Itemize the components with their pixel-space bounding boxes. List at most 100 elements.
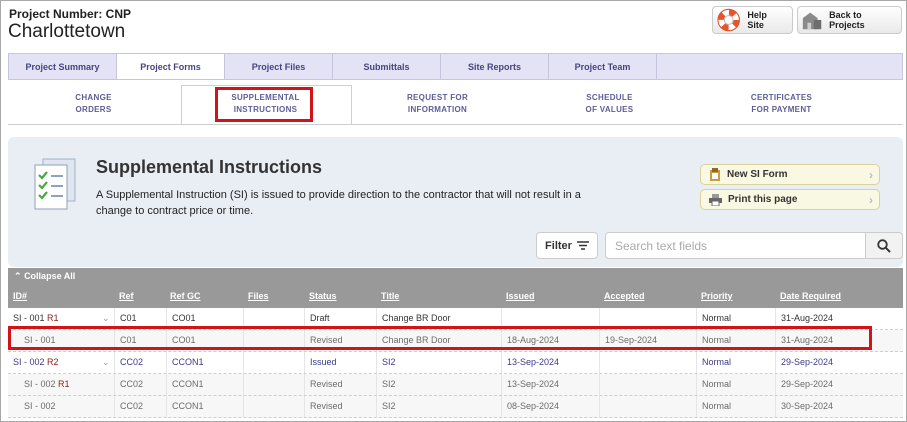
cell-id: SI - 002 R2 ⌄ <box>8 352 114 373</box>
revision-badge: R1 <box>58 379 70 389</box>
subtab-line1: REQUEST FOR <box>406 93 469 102</box>
column-header-priority[interactable]: Priority <box>701 291 733 301</box>
table-row[interactable]: SI - 002 R2 ⌄ CC02 CCON1 Issued SI2 13-Se… <box>8 352 903 374</box>
tab-project-files[interactable]: Project Files <box>225 54 333 79</box>
filter-button[interactable]: Filter <box>536 232 598 259</box>
print-page-label: Print this page <box>728 194 798 205</box>
cell-date-required: 30-Sep-2024 <box>775 396 903 417</box>
main-tabs: Project Summary Project Forms Project Fi… <box>8 53 903 80</box>
help-site-label: Help Site <box>747 10 767 30</box>
cell-ref-gc: CCON1 <box>166 396 243 417</box>
cell-status: Revised <box>304 374 376 395</box>
id-text: SI - 001 <box>13 313 45 323</box>
cell-date-required: 29-Sep-2024 <box>775 352 903 373</box>
cell-ref: CC02 <box>114 374 166 395</box>
cell-files <box>243 374 304 395</box>
print-page-button[interactable]: Print this page › <box>700 189 880 210</box>
cell-accepted <box>599 396 696 417</box>
column-header-ref[interactable]: Ref <box>119 291 134 301</box>
column-header-files[interactable]: Files <box>248 291 269 301</box>
subtab-line2: OF VALUES <box>585 105 634 114</box>
cell-title: SI2 <box>376 374 501 395</box>
cell-issued: 13-Sep-2024 <box>501 352 599 373</box>
subtab-change-orders[interactable]: CHANGE ORDERS <box>41 92 146 116</box>
project-number: Project Number: CNP <box>9 7 132 21</box>
highlight-box-row <box>8 326 872 350</box>
cell-ref-gc: CCON1 <box>166 352 243 373</box>
id-text: SI - 002 <box>24 401 56 411</box>
tab-site-reports[interactable]: Site Reports <box>441 54 549 79</box>
subtab-line1: CERTIFICATES <box>750 93 813 102</box>
tab-project-team[interactable]: Project Team <box>549 54 657 79</box>
column-headers: ID# Ref Ref GC Files Status Title Issued… <box>8 291 903 305</box>
table-row[interactable]: SI - 002 R1 CC02 CCON1 Revised SI2 13-Se… <box>8 374 903 396</box>
subtab-certificates-for-payment[interactable]: CERTIFICATES FOR PAYMENT <box>729 92 834 116</box>
collapse-all-label: Collapse All <box>24 271 76 281</box>
cell-priority: Normal <box>696 352 775 373</box>
new-si-form-button[interactable]: New SI Form › <box>700 164 880 185</box>
column-header-ref-gc[interactable]: Ref GC <box>170 291 201 301</box>
highlight-box-subtab <box>215 87 313 122</box>
tab-submittals[interactable]: Submittals <box>333 54 441 79</box>
double-chevron-up-icon: ⌃ <box>14 271 22 281</box>
subtab-line1: SCHEDULE <box>586 93 633 102</box>
cell-issued: 13-Sep-2024 <box>501 374 599 395</box>
back-to-projects-label: Back to Projects <box>829 10 865 30</box>
column-header-accepted[interactable]: Accepted <box>604 291 645 301</box>
building-icon <box>802 12 822 30</box>
subtab-schedule-of-values[interactable]: SCHEDULE OF VALUES <box>557 92 662 116</box>
cell-ref: CC02 <box>114 396 166 417</box>
cell-status: Issued <box>304 352 376 373</box>
cell-status: Revised <box>304 396 376 417</box>
subtab-divider <box>8 124 903 125</box>
search-icon <box>877 238 891 253</box>
collapse-all-button[interactable]: ⌃ Collapse All <box>14 271 75 282</box>
column-header-title[interactable]: Title <box>381 291 399 301</box>
new-si-form-label: New SI Form <box>727 169 788 180</box>
column-header-status[interactable]: Status <box>309 291 337 301</box>
cell-id: SI - 002 <box>8 396 114 417</box>
subtab-line2: ORDERS <box>75 105 112 114</box>
cell-id: SI - 002 R1 <box>8 374 114 395</box>
filter-lines-icon <box>576 241 589 250</box>
back-to-projects-button[interactable]: Back to Projects <box>797 6 902 34</box>
chevron-down-icon[interactable]: ⌄ <box>102 352 110 373</box>
revision-badge: R1 <box>47 313 59 323</box>
column-header-date-required[interactable]: Date Required <box>780 291 841 301</box>
id-text: SI - 002 <box>13 357 45 367</box>
column-header-issued[interactable]: Issued <box>506 291 535 301</box>
chevron-right-icon: › <box>869 193 873 207</box>
cell-accepted <box>599 374 696 395</box>
cell-priority: Normal <box>696 396 775 417</box>
subtab-line2: INFORMATION <box>407 105 468 114</box>
checklist-icon <box>34 158 76 210</box>
page-title: Supplemental Instructions <box>96 157 323 177</box>
cell-ref-gc: CCON1 <box>166 374 243 395</box>
column-header-id[interactable]: ID# <box>13 291 27 301</box>
revision-badge: R2 <box>47 357 59 367</box>
page-description: A Supplemental Instruction (SI) is issue… <box>96 189 581 217</box>
tab-project-forms[interactable]: Project Forms <box>117 54 225 79</box>
table-header: ⌃ Collapse All ID# Ref Ref GC Files Stat… <box>8 268 903 308</box>
cell-date-required: 29-Sep-2024 <box>775 374 903 395</box>
cell-files <box>243 396 304 417</box>
search-input[interactable] <box>605 232 866 259</box>
cell-files <box>243 352 304 373</box>
cell-priority: Normal <box>696 374 775 395</box>
cell-issued: 08-Sep-2024 <box>501 396 599 417</box>
cell-title: SI2 <box>376 396 501 417</box>
table-row[interactable]: SI - 002 CC02 CCON1 Revised SI2 08-Sep-2… <box>8 396 903 418</box>
subtab-request-for-information[interactable]: REQUEST FOR INFORMATION <box>385 92 490 116</box>
search-button[interactable] <box>865 232 903 259</box>
tab-project-summary[interactable]: Project Summary <box>9 54 117 79</box>
clipboard-icon <box>710 168 720 181</box>
cell-title: SI2 <box>376 352 501 373</box>
project-name: Charlottetown <box>8 21 126 42</box>
app-frame: { "header":{"project_number":"Project Nu… <box>0 0 907 422</box>
chevron-right-icon: › <box>869 168 873 182</box>
subtab-line2: FOR PAYMENT <box>751 105 812 114</box>
cell-ref: CC02 <box>114 352 166 373</box>
lifebuoy-icon <box>717 8 740 32</box>
filter-label: Filter <box>545 239 572 252</box>
help-site-button[interactable]: Help Site <box>712 6 793 34</box>
